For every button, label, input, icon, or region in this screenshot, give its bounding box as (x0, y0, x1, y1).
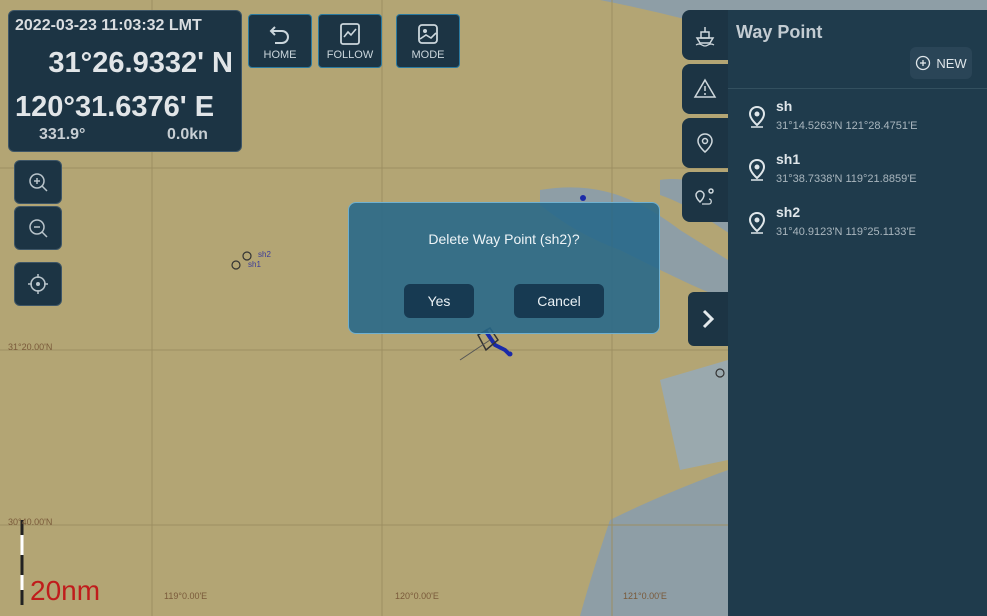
divider (728, 88, 987, 89)
longitude-readout: 120°31.6376' E (15, 91, 215, 123)
crosshair-icon (28, 274, 48, 294)
heading-readout: 331.9° (39, 126, 86, 143)
follow-icon (340, 23, 360, 45)
waypoint-list-item[interactable]: sh2 31°40.9123'N 119°25.1133'E (748, 204, 978, 258)
undo-icon (269, 26, 289, 44)
waypoint-coordinates: 31°14.5263'N 121°28.4751'E (776, 120, 918, 132)
ship-icon (695, 27, 715, 47)
zoom-out-icon (29, 219, 48, 238)
waypoint-name: sh1 (776, 151, 801, 167)
latitude-label: 31°20.00'N (8, 342, 53, 352)
mode-icon (418, 24, 438, 44)
follow-label: FOLLOW (326, 49, 374, 61)
zoom-in-button[interactable] (14, 160, 62, 204)
home-label: HOME (263, 49, 297, 61)
waypoint-list-item[interactable]: sh1 31°38.7338'N 119°21.8859'E (748, 151, 978, 205)
center-position-button[interactable] (14, 262, 62, 306)
warning-icon (693, 78, 717, 98)
datetime-readout: 2022-03-23 11:03:32 LMT (15, 17, 202, 34)
longitude-label: 121°0.00'E (623, 591, 667, 601)
yes-button[interactable]: Yes (404, 284, 474, 318)
expand-panel-button[interactable] (688, 292, 728, 346)
dialog-message: Delete Way Point (sh2)? (428, 231, 580, 247)
speed-readout: 0.0kn (167, 126, 208, 143)
waypoint-name: sh2 (776, 204, 801, 220)
location-pin-icon (748, 159, 766, 181)
position-info-panel: 2022-03-23 11:03:32 LMT 31°26.9332' N 12… (8, 10, 242, 152)
new-label: NEW (936, 55, 967, 71)
tab-alarm[interactable] (682, 64, 728, 114)
scale-label: 20nm (30, 575, 101, 606)
zoom-out-button[interactable] (14, 206, 62, 250)
tab-vessel[interactable] (682, 10, 728, 60)
waypoint-panel: Way Point NEW sh 31°14.5263'N 121°28.475… (728, 10, 987, 616)
chevron-right-icon (702, 309, 715, 329)
add-circle-icon (916, 55, 931, 71)
delete-confirm-dialog: Delete Way Point (sh2)? Yes Cancel (348, 202, 660, 334)
tab-route[interactable] (682, 172, 728, 222)
tab-waypoint[interactable] (682, 118, 728, 168)
home-button[interactable]: HOME (248, 14, 312, 68)
location-pin-icon (697, 133, 713, 153)
panel-title: Way Point (736, 22, 823, 42)
zoom-in-icon (29, 173, 48, 192)
mode-label: MODE (411, 49, 445, 61)
mode-button[interactable]: MODE (396, 14, 460, 68)
latitude-label: 30°40.00'N (8, 517, 53, 527)
location-pin-icon (748, 212, 766, 234)
waypoint-name: sh (776, 98, 793, 114)
longitude-label: 120°0.00'E (395, 591, 439, 601)
route-icon (695, 188, 714, 205)
longitude-label: 119°0.00'E (164, 591, 208, 601)
cancel-button[interactable]: Cancel (514, 284, 604, 318)
latitude-readout: 31°26.9332' N (48, 47, 233, 79)
map-waypoint-label: sh2 (258, 250, 271, 259)
follow-button[interactable]: FOLLOW (318, 14, 382, 68)
location-pin-icon (748, 106, 766, 128)
waypoint-coordinates: 31°40.9123'N 119°25.1133'E (776, 226, 916, 238)
new-waypoint-button[interactable]: NEW (910, 47, 972, 79)
map-waypoint-label: sh1 (248, 260, 261, 269)
waypoint-coordinates: 31°38.7338'N 119°21.8859'E (776, 173, 917, 185)
waypoint-list-item[interactable]: sh 31°14.5263'N 121°28.4751'E (748, 98, 978, 152)
